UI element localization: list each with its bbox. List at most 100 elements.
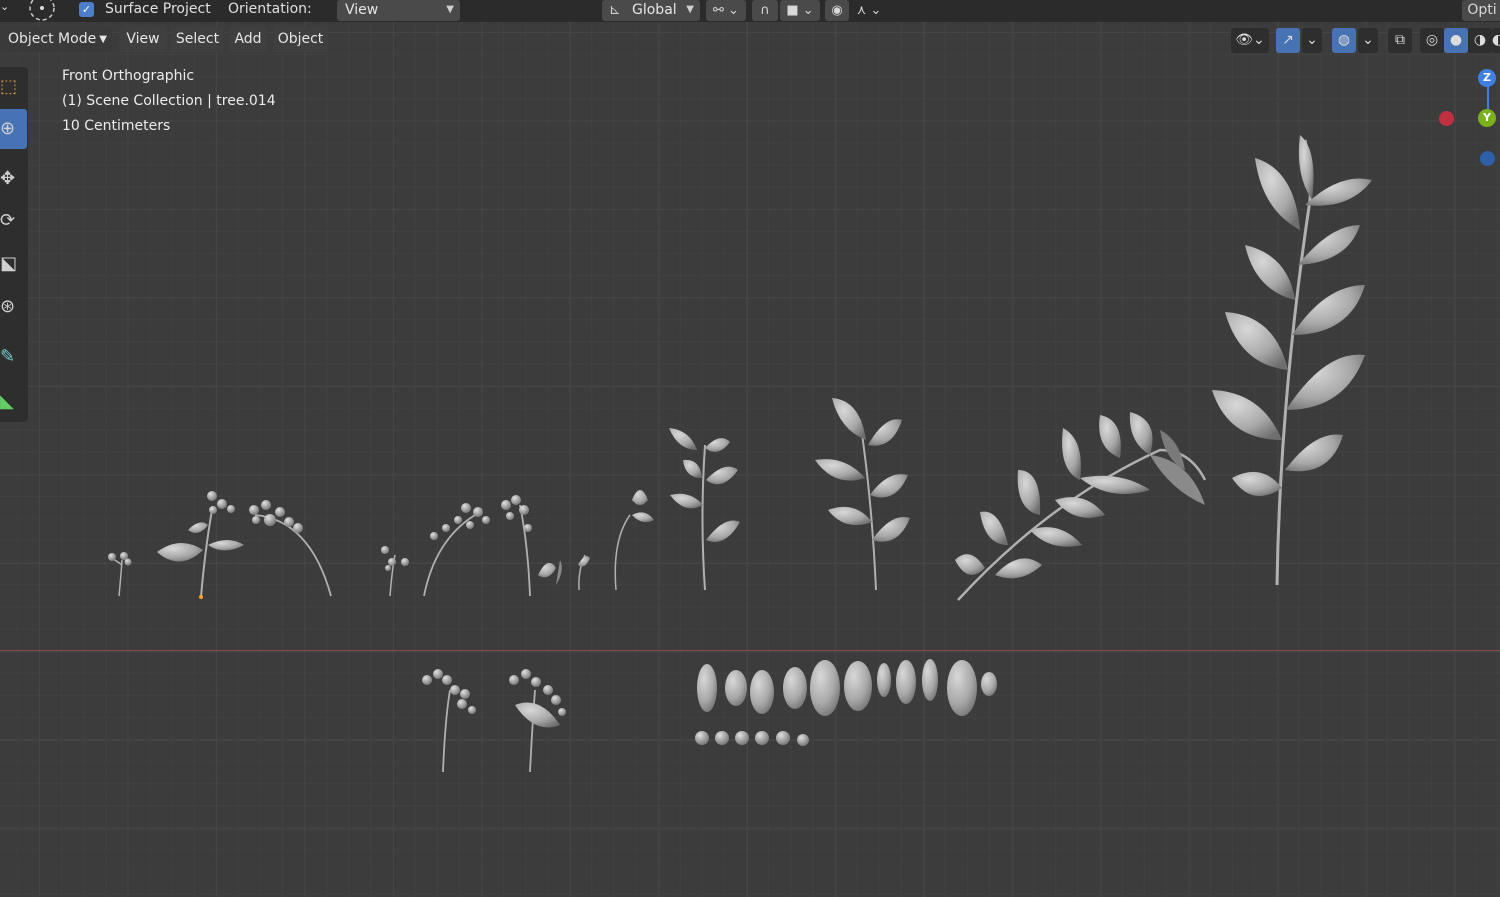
move-tool[interactable]: ✥ bbox=[0, 159, 27, 199]
navigation-gizmo[interactable]: Z Y bbox=[1430, 64, 1500, 174]
tool-settings-header: ⌄ ✓ Surface Project Orientation: View ▼ … bbox=[0, 0, 1500, 22]
surface-project-checkbox[interactable]: ✓ bbox=[79, 2, 94, 17]
berry-branch-leaves[interactable] bbox=[157, 491, 244, 599]
select-box-tool[interactable]: ⬚ bbox=[0, 67, 27, 107]
gizmo-x-axis-negative[interactable] bbox=[1439, 111, 1454, 126]
pivot-icon: ⚯ ⌄ bbox=[713, 3, 739, 18]
annotate-tool[interactable]: ✎ bbox=[0, 337, 27, 377]
xray-toggle[interactable]: ⧉ bbox=[1388, 28, 1412, 53]
annotate-icon: ✎ bbox=[0, 346, 16, 367]
berry-bunch-lower-1[interactable] bbox=[422, 669, 476, 773]
chevron-down-icon: ⌄ bbox=[1306, 32, 1318, 48]
menu-view[interactable]: View bbox=[119, 27, 167, 52]
xray-icon: ⧉ bbox=[1395, 32, 1405, 48]
chevron-down-icon: ▼ bbox=[686, 4, 694, 15]
transform-orientation-value: Global bbox=[632, 2, 677, 18]
rendered-sphere-icon: ◐ bbox=[1492, 32, 1500, 48]
viewport-header: Object Mode ▼ View Select Add Object bbox=[0, 27, 1500, 53]
leafy-branch-diagonal[interactable] bbox=[955, 412, 1207, 601]
pivot-point-button[interactable]: ⚯ ⌄ bbox=[706, 0, 746, 21]
berry-bunch-lower-2[interactable] bbox=[509, 669, 566, 773]
magnet-icon: ∩ bbox=[760, 3, 770, 18]
berry-sprig-2[interactable] bbox=[381, 546, 409, 597]
options-button[interactable]: Opti bbox=[1462, 0, 1500, 21]
transform-tool[interactable]: ⊛ bbox=[0, 287, 27, 327]
scale-text: 10 Centimeters bbox=[62, 118, 171, 134]
scale-tool[interactable]: ⬕ bbox=[0, 244, 27, 284]
menu-object[interactable]: Object bbox=[273, 27, 328, 52]
berry-stem-tall[interactable] bbox=[423, 503, 490, 597]
measure-tool[interactable]: ◣ bbox=[0, 382, 27, 422]
transform-icon: ⊛ bbox=[0, 296, 16, 317]
surface-project-label: Surface Project bbox=[105, 1, 211, 17]
axis-icon: ⊾ bbox=[609, 2, 621, 18]
snap-target-button[interactable]: ■ ⌄ bbox=[780, 0, 820, 21]
leaf-array[interactable] bbox=[697, 659, 997, 716]
object-mode-dropdown[interactable]: Object Mode ▼ bbox=[0, 27, 112, 52]
cursor-icon: ⊕ bbox=[0, 118, 16, 139]
leafy-branch-2[interactable] bbox=[815, 398, 910, 591]
leafy-branch-medium[interactable] bbox=[669, 428, 740, 591]
gizmo-y-label: Y bbox=[1483, 111, 1491, 124]
overlays-icon: ◍ bbox=[1337, 32, 1351, 48]
snap-toggle-button[interactable]: ∩ bbox=[752, 0, 778, 21]
chevron-down-icon: ▼ bbox=[99, 34, 107, 45]
scene-objects[interactable] bbox=[0, 0, 1500, 897]
rotate-icon: ⟳ bbox=[0, 210, 16, 231]
rendered-shading-button[interactable]: ◐ bbox=[1492, 28, 1500, 53]
leafy-branch-tall[interactable] bbox=[1212, 135, 1372, 586]
object-mode-label: Object Mode bbox=[8, 31, 97, 47]
menu-view-label: View bbox=[126, 31, 160, 47]
chevron-down-icon[interactable]: ⌄ bbox=[0, 0, 9, 13]
cursor-tool-icon[interactable] bbox=[27, 0, 57, 24]
proportional-edit-icon: ◉ bbox=[831, 3, 843, 18]
square-icon: ■ ⌄ bbox=[786, 3, 814, 18]
wireframe-shading-button[interactable]: ◎ bbox=[1420, 28, 1444, 53]
collection-text: (1) Scene Collection | tree.014 bbox=[62, 93, 276, 109]
gizmo-z-label: Z bbox=[1483, 71, 1491, 84]
view-name-text: Front Orthographic bbox=[62, 68, 195, 84]
menu-select-label: Select bbox=[175, 31, 220, 47]
orientation-label: Orientation: bbox=[228, 1, 312, 17]
berry-branch-leaf[interactable] bbox=[501, 495, 562, 597]
orientation-dropdown[interactable]: View ▼ bbox=[337, 0, 460, 21]
cursor-tool[interactable]: ⊕ bbox=[0, 109, 27, 149]
berry-cluster-arc[interactable] bbox=[249, 500, 332, 597]
tool-shelf: ⬚ ⊕ ✥ ⟳ ⬕ ⊛ ✎ ◣ bbox=[0, 67, 28, 422]
solid-sphere-icon: ● bbox=[1449, 32, 1463, 48]
rotate-tool[interactable]: ⟳ bbox=[0, 201, 27, 241]
menu-add-label: Add bbox=[234, 31, 262, 47]
material-sphere-icon: ◑ bbox=[1473, 32, 1487, 48]
single-leaf-stems[interactable] bbox=[578, 490, 654, 591]
overlays-dropdown[interactable]: ⌄ bbox=[1358, 28, 1378, 53]
gizmo-toggle[interactable]: ↗ bbox=[1276, 28, 1300, 53]
move-icon: ✥ bbox=[0, 168, 16, 189]
transform-orientation-dropdown[interactable]: ⊾ Global ▼ bbox=[602, 0, 700, 21]
falloff-icon: ⋏ ⌄ bbox=[856, 3, 882, 18]
options-label: Opti bbox=[1467, 2, 1497, 18]
overlays-toggle[interactable]: ◍ bbox=[1332, 28, 1356, 53]
berry-sprig-small[interactable] bbox=[108, 552, 132, 597]
select-box-icon: ⬚ bbox=[0, 76, 18, 97]
gizmo-y-axis-negative[interactable] bbox=[1480, 151, 1495, 166]
measure-icon: ◣ bbox=[0, 391, 14, 412]
gizmo-z-axis[interactable]: Z bbox=[1478, 69, 1496, 87]
falloff-button[interactable]: ⋏ ⌄ bbox=[850, 0, 888, 21]
menu-add[interactable]: Add bbox=[229, 27, 267, 52]
proportional-edit-button[interactable]: ◉ bbox=[825, 0, 849, 21]
gizmo-dropdown[interactable]: ⌄ bbox=[1302, 28, 1322, 53]
wireframe-sphere-icon: ◎ bbox=[1425, 32, 1439, 48]
chevron-down-icon: ▼ bbox=[446, 4, 454, 15]
material-shading-button[interactable]: ◑ bbox=[1468, 28, 1492, 53]
solid-shading-button[interactable]: ● bbox=[1444, 28, 1468, 53]
3d-viewport[interactable] bbox=[0, 0, 1500, 897]
menu-object-label: Object bbox=[277, 31, 324, 47]
gizmo-y-axis[interactable]: Y bbox=[1478, 109, 1496, 127]
gizmo-icon: ↗ bbox=[1282, 32, 1294, 48]
orientation-value: View bbox=[345, 2, 379, 18]
chevron-down-icon: ⌄ bbox=[1362, 32, 1374, 48]
menu-select[interactable]: Select bbox=[171, 27, 224, 52]
scale-icon: ⬕ bbox=[0, 253, 18, 274]
visibility-dropdown[interactable]: 👁⌄ bbox=[1231, 28, 1269, 53]
berry-array[interactable] bbox=[695, 731, 809, 746]
